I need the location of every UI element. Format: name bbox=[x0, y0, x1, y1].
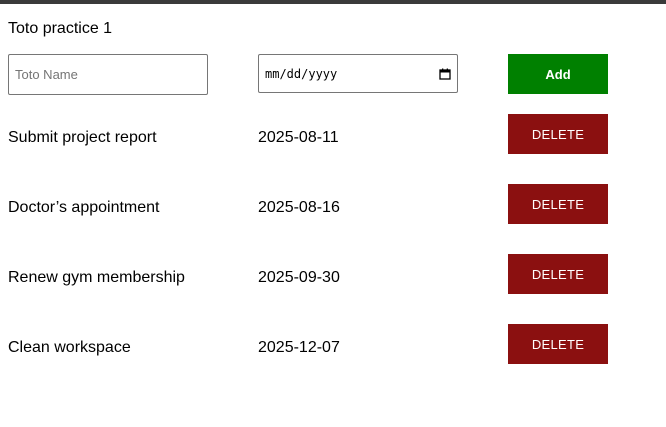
todo-row: Clean workspace 2025-12-07 DELETE bbox=[0, 324, 666, 364]
delete-button[interactable]: DELETE bbox=[508, 184, 608, 224]
todo-row: Submit project report 2025-08-11 DELETE bbox=[0, 114, 666, 154]
delete-button[interactable]: DELETE bbox=[508, 114, 608, 154]
calendar-icon[interactable] bbox=[439, 68, 451, 80]
delete-button[interactable]: DELETE bbox=[508, 254, 608, 294]
todo-date: 2025-12-07 bbox=[258, 339, 340, 356]
page-title: Toto practice 1 bbox=[8, 20, 113, 37]
todo-name: Renew gym membership bbox=[8, 269, 185, 286]
window-top-bar bbox=[0, 0, 666, 4]
todo-name: Clean workspace bbox=[8, 339, 131, 356]
todo-date: 2025-08-16 bbox=[258, 199, 340, 216]
todo-name: Doctor’s appointment bbox=[8, 199, 160, 216]
delete-button[interactable]: DELETE bbox=[508, 324, 608, 364]
add-button[interactable]: Add bbox=[508, 54, 608, 94]
todo-name-input[interactable] bbox=[8, 54, 208, 95]
todo-date-input[interactable]: mm/dd/yyyy bbox=[258, 54, 458, 93]
todo-date: 2025-09-30 bbox=[258, 269, 340, 286]
todo-row: Doctor’s appointment 2025-08-16 DELETE bbox=[0, 184, 666, 224]
todo-date: 2025-08-11 bbox=[258, 129, 339, 146]
todo-name: Submit project report bbox=[8, 129, 157, 146]
date-placeholder: mm/dd/yyyy bbox=[265, 66, 338, 81]
todo-row: Renew gym membership 2025-09-30 DELETE bbox=[0, 254, 666, 294]
